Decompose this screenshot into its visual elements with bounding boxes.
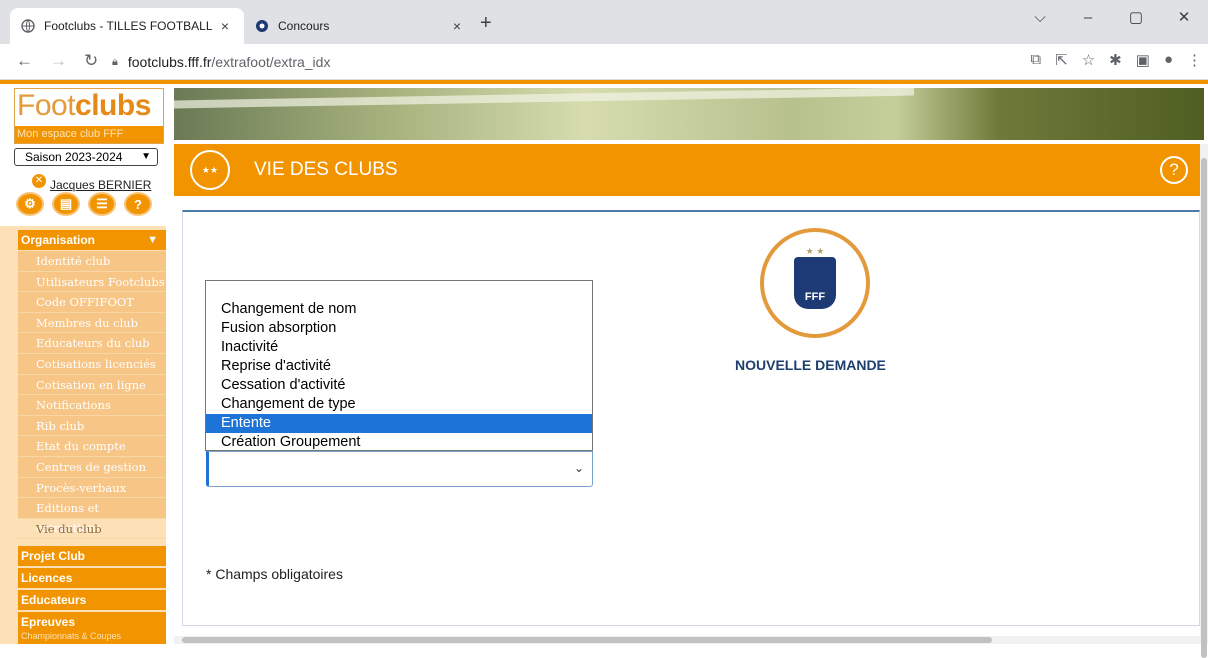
- sidebar-item-membres[interactable]: Membres du club: [18, 312, 166, 334]
- close-tab-icon[interactable]: ×: [448, 18, 466, 34]
- sidebar-item-editions[interactable]: Editions et extractions: [18, 498, 166, 535]
- fff-shield-icon: FFF: [794, 257, 836, 309]
- option-reprise-activite[interactable]: Reprise d'activité: [206, 357, 592, 376]
- document-icon[interactable]: ▤: [52, 192, 80, 216]
- option-cessation-activite[interactable]: Cessation d'activité: [206, 376, 592, 395]
- url-path: /extrafoot/extra_idx: [211, 54, 331, 70]
- address-bar[interactable]: 🔒︎ footclubs.fff.fr /extrafoot/extra_idx: [112, 48, 972, 76]
- sidebar-section-organisation[interactable]: Organisation ▼: [18, 230, 166, 250]
- stars-icon: ★ ★: [805, 246, 825, 256]
- logout-icon[interactable]: ✕: [32, 174, 46, 188]
- minimize-button[interactable]: –: [1064, 0, 1112, 36]
- sidebar-item-notifications[interactable]: Notifications: [18, 395, 166, 416]
- option-inactivite[interactable]: Inactivité: [206, 338, 592, 357]
- profile-icon[interactable]: ●: [1164, 51, 1173, 69]
- sidebar-item-etat-compte[interactable]: Etat du compte: [18, 436, 166, 457]
- tab-concours[interactable]: Concours ×: [244, 8, 476, 44]
- new-tab-button[interactable]: +: [480, 12, 492, 35]
- quick-icons: ⚙ ▤ ☰ ?: [16, 192, 152, 216]
- browser-toolbar: ← → ↻ 🔒︎ footclubs.fff.fr /extrafoot/ext…: [0, 44, 1208, 80]
- season-value: Saison 2023-2024: [25, 150, 123, 164]
- list-icon[interactable]: ☰: [88, 192, 116, 216]
- window-controls: ⌵ – ▢ ✕: [1016, 0, 1208, 36]
- sidebar-item-cotisations-licencies[interactable]: Cotisations licenciés: [18, 353, 166, 375]
- logo-wordmark: Footclubs: [17, 89, 151, 122]
- request-type-dropdown-list: Changement de nom Fusion absorption Inac…: [205, 280, 593, 451]
- help-icon[interactable]: ?: [124, 192, 152, 216]
- sidebar-section-epreuves[interactable]: Epreuves: [18, 612, 166, 632]
- chevron-down-icon: ▼: [141, 151, 151, 162]
- sidebar-section-projet-club[interactable]: Projet Club: [18, 546, 166, 566]
- season-select[interactable]: Saison 2023-2024 ▼: [14, 148, 158, 166]
- sidebar-item-educateurs-club[interactable]: Educateurs du club: [18, 333, 166, 354]
- browser-tab-bar: Footclubs - TILLES FOOTBALL CLU × Concou…: [0, 0, 1208, 44]
- sidebar-submenu: Identité club Utilisateurs Footclubs Cod…: [18, 251, 166, 540]
- user-row: ✕ Jacques BERNIER: [32, 170, 151, 192]
- section-label: Organisation: [21, 233, 96, 247]
- concours-favicon-icon: [254, 18, 270, 34]
- chevron-down-icon: ⌄: [573, 461, 584, 475]
- bookmark-star-icon[interactable]: ☆: [1082, 51, 1095, 69]
- close-tab-icon[interactable]: ×: [216, 18, 234, 34]
- extensions-icon[interactable]: ✱: [1109, 51, 1122, 69]
- sidebar-item-utilisateurs[interactable]: Utilisateurs Footclubs: [18, 271, 166, 293]
- restore-button[interactable]: ▢: [1112, 0, 1160, 36]
- sidebar-item-centres-gestion[interactable]: Centres de gestion: [18, 456, 166, 478]
- vertical-scrollbar[interactable]: [1200, 144, 1208, 658]
- tab-search-icon[interactable]: ⌵: [1016, 0, 1064, 36]
- sidebar-item-vie-du-club[interactable]: Vie du club: [18, 518, 166, 540]
- top-accent-bar: [0, 80, 1208, 84]
- globe-icon: [20, 18, 36, 34]
- page-title: VIE DES CLUBS: [254, 159, 398, 180]
- horizontal-scrollbar[interactable]: [174, 636, 1200, 644]
- menu-icon[interactable]: ⋮: [1187, 51, 1202, 69]
- close-window-button[interactable]: ✕: [1160, 0, 1208, 36]
- header-banner-image: [174, 87, 1204, 140]
- toolbar-icons: ⧉ ⇱ ☆ ✱ ▣ ● ⋮: [1030, 51, 1202, 69]
- sidebar-item-cotisation-en-ligne[interactable]: Cotisation en ligne: [18, 374, 166, 396]
- page-header: ★★ VIE DES CLUBS ?: [174, 144, 1204, 196]
- scrollbar-thumb[interactable]: [1201, 158, 1207, 658]
- sidebar-item-proces-verbaux[interactable]: Procès-verbaux: [18, 477, 166, 499]
- tab-footclubs[interactable]: Footclubs - TILLES FOOTBALL CLU ×: [10, 8, 244, 44]
- settings-icon[interactable]: ⚙: [16, 192, 44, 216]
- lock-icon: 🔒︎: [112, 55, 118, 68]
- tab-title: Footclubs - TILLES FOOTBALL CLU: [44, 19, 216, 33]
- help-icon[interactable]: ?: [1160, 156, 1188, 184]
- option-fusion-absorption[interactable]: Fusion absorption: [206, 319, 592, 338]
- forward-arrow-icon[interactable]: →: [50, 51, 67, 71]
- option-changement-de-nom[interactable]: Changement de nom: [206, 300, 592, 319]
- scrollbar-thumb[interactable]: [182, 637, 992, 643]
- fff-logo[interactable]: ★ ★ FFF: [760, 228, 870, 338]
- sidebar-item-championnats[interactable]: Championnats & Coupes: [18, 630, 166, 644]
- reload-icon[interactable]: ↻: [84, 51, 98, 71]
- tab-title: Concours: [278, 19, 330, 33]
- back-arrow-icon[interactable]: ←: [16, 51, 33, 71]
- option-creation-groupement[interactable]: Création Groupement: [206, 433, 592, 452]
- user-name-link[interactable]: Jacques BERNIER: [50, 178, 151, 192]
- option-entente[interactable]: Entente: [206, 414, 592, 433]
- logo-subtitle: Mon espace club FFF: [15, 126, 163, 143]
- side-panel-icon[interactable]: ▣: [1136, 51, 1150, 69]
- fff-badge-icon: ★★: [190, 150, 230, 190]
- request-type-select[interactable]: ⌄: [206, 451, 593, 487]
- new-request-label[interactable]: NOUVELLE DEMANDE: [735, 357, 886, 373]
- translate-icon[interactable]: ⧉: [1030, 51, 1041, 69]
- required-fields-note: * Champs obligatoires: [206, 566, 343, 582]
- sidebar-section-licences[interactable]: Licences: [18, 568, 166, 588]
- sidebar-item-rib-club[interactable]: Rib club: [18, 415, 166, 437]
- sidebar-section-educateurs[interactable]: Educateurs: [18, 590, 166, 610]
- sidebar-item-identite-club[interactable]: Identité club: [18, 251, 166, 272]
- option-changement-de-type[interactable]: Changement de type: [206, 395, 592, 414]
- url-host: footclubs.fff.fr: [127, 54, 212, 70]
- footclubs-logo[interactable]: Footclubs Mon espace club FFF: [14, 88, 164, 144]
- sidebar-item-code-offifoot[interactable]: Code OFFIFOOT: [18, 292, 166, 313]
- chevron-down-icon: ▼: [147, 234, 158, 246]
- share-icon[interactable]: ⇱: [1055, 51, 1068, 69]
